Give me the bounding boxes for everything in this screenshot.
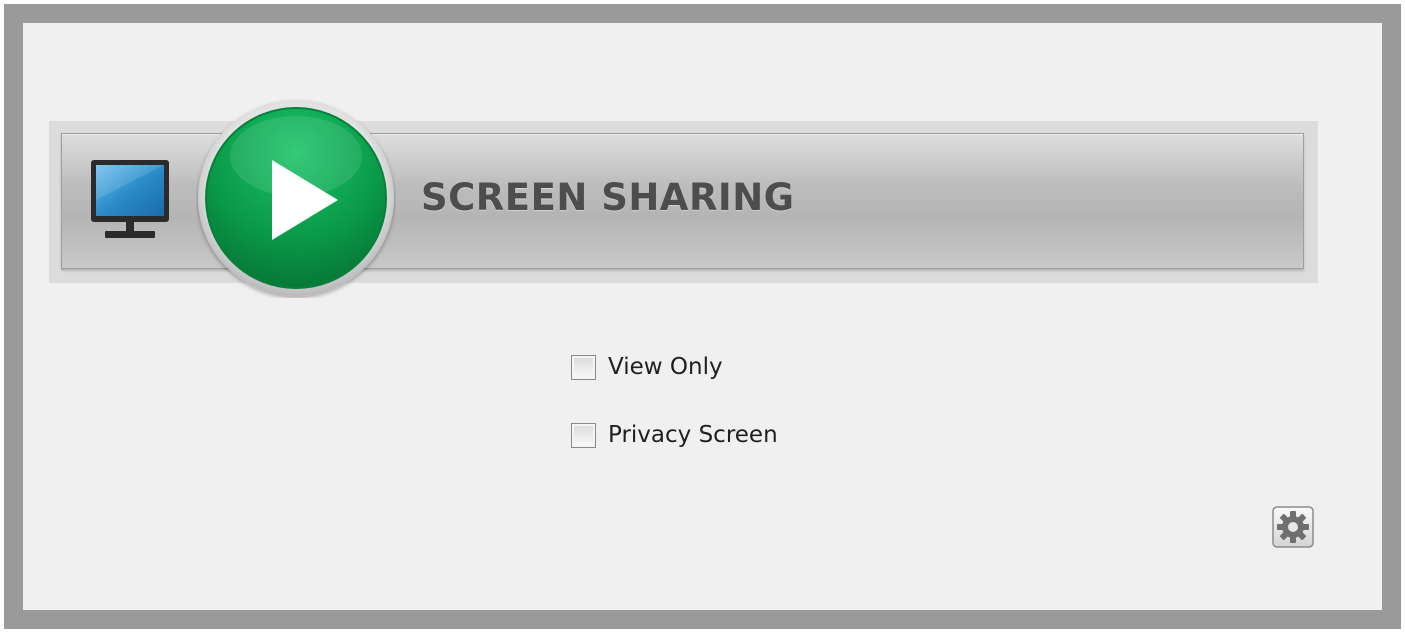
view-only-checkbox[interactable] bbox=[571, 354, 596, 380]
privacy-screen-checkbox[interactable] bbox=[571, 422, 596, 448]
page-title: SCREEN SHARING bbox=[421, 176, 795, 219]
view-only-option[interactable]: View Only bbox=[571, 354, 723, 380]
view-only-label: View Only bbox=[608, 354, 723, 380]
privacy-screen-option[interactable]: Privacy Screen bbox=[571, 422, 778, 448]
play-button[interactable] bbox=[196, 98, 396, 298]
monitor-icon bbox=[91, 160, 169, 238]
gear-icon bbox=[1277, 511, 1309, 543]
privacy-screen-label: Privacy Screen bbox=[608, 422, 778, 448]
settings-button[interactable] bbox=[1272, 506, 1314, 548]
